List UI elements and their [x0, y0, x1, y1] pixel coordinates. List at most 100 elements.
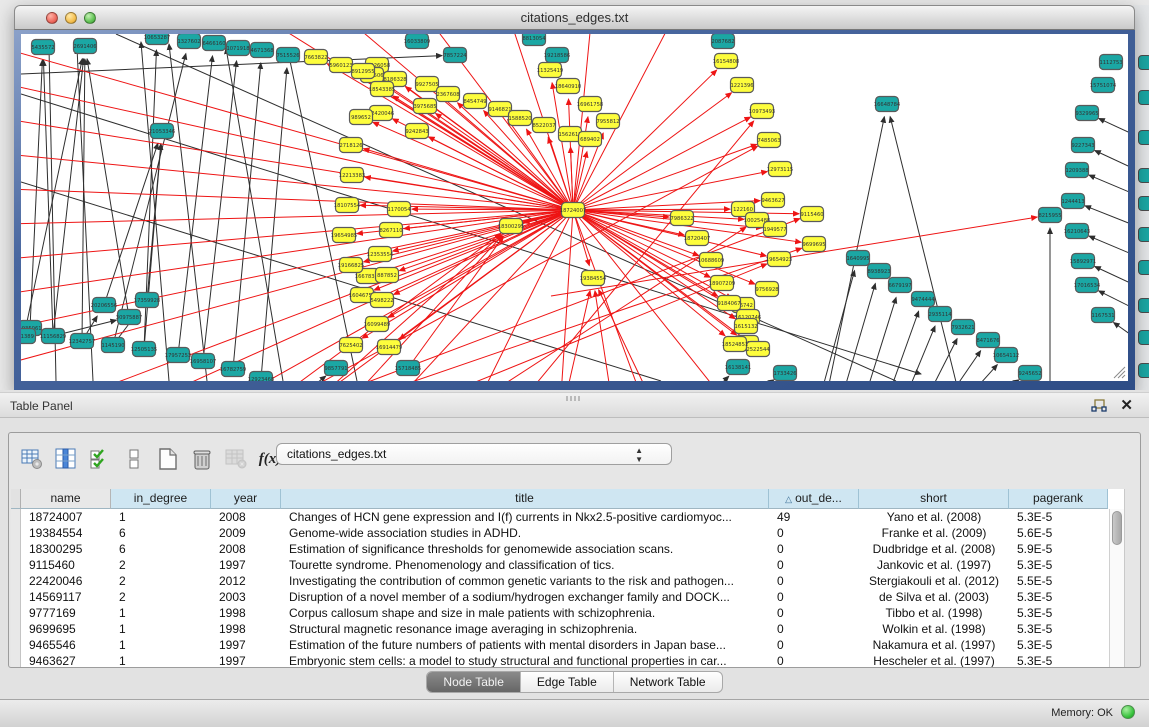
graph-node-label: 1615132	[734, 324, 757, 330]
delete-table-button[interactable]	[221, 444, 251, 474]
table-settings-button[interactable]	[17, 444, 47, 474]
merge-rows-button[interactable]	[119, 444, 149, 474]
graph-node-label: 16961758	[577, 102, 603, 108]
column-header-year[interactable]: year	[211, 489, 281, 509]
graph-node-label: 16033809	[404, 39, 430, 45]
table-cell: Stergiakouli et al. (2012)	[859, 573, 1009, 589]
row-gutter	[11, 489, 21, 509]
table-cell: 2009	[211, 525, 281, 541]
graph-node-label: 7515526	[276, 53, 299, 59]
table-cell: 0	[769, 637, 859, 653]
column-header-title[interactable]: title	[281, 489, 769, 509]
table-row[interactable]: 1872400712008Changes of HCN gene express…	[11, 509, 1110, 525]
graph-node-label: 8267110	[379, 228, 402, 234]
table-cell: Estimation of the future numbers of pati…	[281, 637, 769, 653]
table-cell: 9777169	[21, 605, 111, 621]
table-row[interactable]: 946362711997Embryonic stem cells: a mode…	[11, 653, 1110, 667]
splitter-grip-icon[interactable]	[566, 396, 582, 401]
table-cell: 5.3E-5	[1009, 589, 1108, 605]
graph-node-label: 1949577	[763, 227, 786, 233]
table-cell: 5.3E-5	[1009, 557, 1108, 573]
table-cell: Structural magnetic resonance image aver…	[281, 621, 769, 637]
scrollbar-thumb[interactable]	[1112, 511, 1122, 545]
table-cell: 1997	[211, 557, 281, 573]
graph-node-label: 11156829	[40, 334, 66, 340]
table-cell: 2008	[211, 509, 281, 525]
graph-node-label: 9857791	[324, 366, 347, 372]
network-canvas[interactable]: 5435572269140610653287132760264661601071…	[21, 34, 1128, 381]
table-cell: Wolkin et al. (1998)	[859, 621, 1009, 637]
graph-node-label: 12342757	[69, 339, 95, 345]
table-cell: 2	[111, 573, 211, 589]
table-row[interactable]: 1456911722003Disruption of a novel membe…	[11, 589, 1110, 605]
tab-network-table[interactable]: Network Table	[614, 672, 722, 692]
select-columns-button[interactable]	[51, 444, 81, 474]
table-cell: 1998	[211, 621, 281, 637]
row-gutter-cell	[11, 605, 21, 621]
background-graph-node	[1138, 196, 1149, 211]
graph-node-label: 20206556	[91, 303, 117, 309]
column-header-short[interactable]: short	[859, 489, 1009, 509]
vertical-scrollbar[interactable]	[1109, 509, 1124, 667]
table-cell: Genome-wide association studies in ADHD.	[281, 525, 769, 541]
row-check-button[interactable]	[85, 444, 115, 474]
table-cell: 9699695	[21, 621, 111, 637]
graph-node-label: 18524851	[722, 342, 748, 348]
resize-grip-icon[interactable]	[1112, 365, 1126, 379]
table-row[interactable]: 911546021997Tourette syndrome. Phenomeno…	[11, 557, 1110, 573]
graph-node-label: 887852	[377, 273, 397, 279]
table-selector-dropdown[interactable]: citations_edges.txt ▲▼	[276, 443, 672, 465]
citation-graph[interactable]: 5435572269140610653287132760264661601071…	[21, 34, 1128, 381]
graph-node-label: 2367608	[436, 92, 459, 98]
table-row[interactable]: 1938455462009Genome-wide association stu…	[11, 525, 1110, 541]
table-cell: Hescheler et al. (1997)	[859, 653, 1009, 667]
sort-ascending-icon: △	[785, 494, 792, 504]
graph-node-label: 6466160	[202, 41, 225, 47]
table-row[interactable]: 1830029562008Estimation of significance …	[11, 541, 1110, 557]
graph-node-label: 1733426	[773, 371, 796, 377]
graph-node-label: 7663822	[304, 55, 327, 61]
row-gutter-cell	[11, 541, 21, 557]
table-row[interactable]: 2242004622012Investigating the contribut…	[11, 573, 1110, 589]
background-graph-node	[1138, 260, 1149, 275]
table-cell: 49	[769, 509, 859, 525]
table-cell: 9465546	[21, 637, 111, 653]
tab-edge-table[interactable]: Edge Table	[521, 672, 614, 692]
graph-node-label: 3975685	[413, 104, 436, 110]
node-table[interactable]: namein_degreeyeartitle△out_de...shortpag…	[11, 489, 1125, 667]
graph-node-label: 10653287	[144, 35, 170, 41]
table-row[interactable]: 969969511998Structural magnetic resonanc…	[11, 621, 1110, 637]
column-header-name[interactable]: name	[21, 489, 111, 509]
table-row[interactable]: 946554611997Estimation of the future num…	[11, 637, 1110, 653]
graph-node-label: 17016534	[1074, 283, 1101, 289]
table-row[interactable]: 977716911998Corpus callosum shape and si…	[11, 605, 1110, 621]
close-panel-icon[interactable]: ✕	[1120, 396, 1133, 414]
table-cell: 0	[769, 589, 859, 605]
tab-node-table[interactable]: Node Table	[427, 672, 521, 692]
graph-node-label: 8522037	[532, 123, 555, 129]
window-frame: 5435572269140610653287132760264661601071…	[14, 30, 1135, 390]
delete-button[interactable]	[187, 444, 217, 474]
float-panel-icon[interactable]	[1091, 399, 1107, 413]
new-table-button[interactable]	[153, 444, 183, 474]
graph-node-label: 5435572	[31, 45, 54, 51]
table-cell: 5.6E-5	[1009, 525, 1108, 541]
table-panel-header[interactable]: Table Panel ✕	[0, 392, 1149, 418]
table-cell: 0	[769, 573, 859, 589]
graph-node-label: 991389	[21, 334, 34, 340]
background-graph-node	[1138, 298, 1149, 313]
table-cell: Jankovic et al. (1997)	[859, 557, 1009, 573]
memory-ok-icon[interactable]	[1121, 705, 1135, 719]
column-header-in_degree[interactable]: in_degree	[111, 489, 211, 509]
table-cell: 5.5E-5	[1009, 573, 1108, 589]
window-title: citations_edges.txt	[15, 10, 1134, 25]
row-check-icon	[88, 447, 112, 471]
background-graph-node	[1138, 90, 1149, 105]
table-cell: 1997	[211, 653, 281, 667]
status-bar: Memory: OK	[0, 699, 1149, 727]
column-header-pagerank[interactable]: pagerank	[1009, 489, 1108, 509]
table-cell: 1	[111, 637, 211, 653]
network-view-window[interactable]: citations_edges.txt 54355722691406106532…	[14, 5, 1135, 390]
window-titlebar[interactable]: citations_edges.txt	[14, 5, 1135, 30]
column-header-out_de[interactable]: △out_de...	[769, 489, 859, 509]
